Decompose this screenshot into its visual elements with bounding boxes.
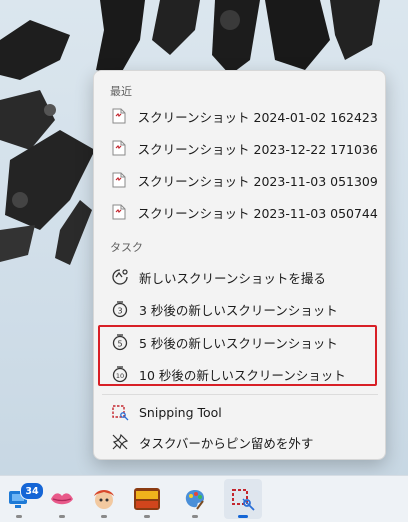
image-file-icon: [109, 169, 130, 191]
image-file-icon: [109, 201, 130, 223]
lips-app-icon[interactable]: [47, 484, 77, 514]
running-indicator: [59, 515, 65, 518]
screenshot-3s-task[interactable]: 3 3 秒後の新しいスクリーンショット: [102, 294, 378, 324]
new-screenshot-task[interactable]: 新しいスクリーンショットを撮る: [102, 262, 378, 292]
open-snipping-tool[interactable]: Snipping Tool: [102, 397, 378, 427]
menu-divider: [102, 394, 378, 395]
active-indicator: [238, 515, 248, 518]
recent-item[interactable]: スクリーンショット 2023-11-03 050744....: [102, 197, 378, 227]
recent-section-header: 最近: [110, 85, 132, 98]
running-indicator: [16, 515, 22, 518]
svg-text:3: 3: [117, 307, 122, 316]
timer-3-icon: 3: [109, 298, 131, 320]
game-avatar-icon[interactable]: [89, 484, 119, 514]
image-file-icon: [109, 105, 130, 127]
recent-item[interactable]: スクリーンショット 2023-11-03 051309....: [102, 165, 378, 195]
recent-item[interactable]: スクリーンショット 2024-01-02 162423....: [102, 101, 378, 131]
running-indicator: [101, 515, 107, 518]
highlight-annotation-box: [98, 325, 377, 386]
notification-badge: 34: [20, 482, 44, 500]
snip-new-icon: [109, 266, 131, 288]
game-title-icon[interactable]: [132, 484, 162, 514]
recent-item[interactable]: スクリーンショット 2023-12-22 171036....: [102, 133, 378, 163]
image-file-icon: [109, 137, 130, 159]
paint-icon[interactable]: [180, 484, 210, 514]
unpin-icon: [109, 431, 131, 453]
snipping-tool-icon: [109, 401, 131, 423]
unpin-from-taskbar[interactable]: タスクバーからピン留めを外す: [102, 427, 378, 457]
taskbar: 34: [0, 475, 408, 522]
running-indicator: [144, 515, 150, 518]
snipping-tool-jump-list: 最近 スクリーンショット 2024-01-02 162423.... スクリーン…: [93, 70, 386, 460]
snipping-tool-icon[interactable]: [228, 484, 258, 514]
running-indicator: [192, 515, 198, 518]
tasks-section-header: タスク: [110, 241, 143, 254]
